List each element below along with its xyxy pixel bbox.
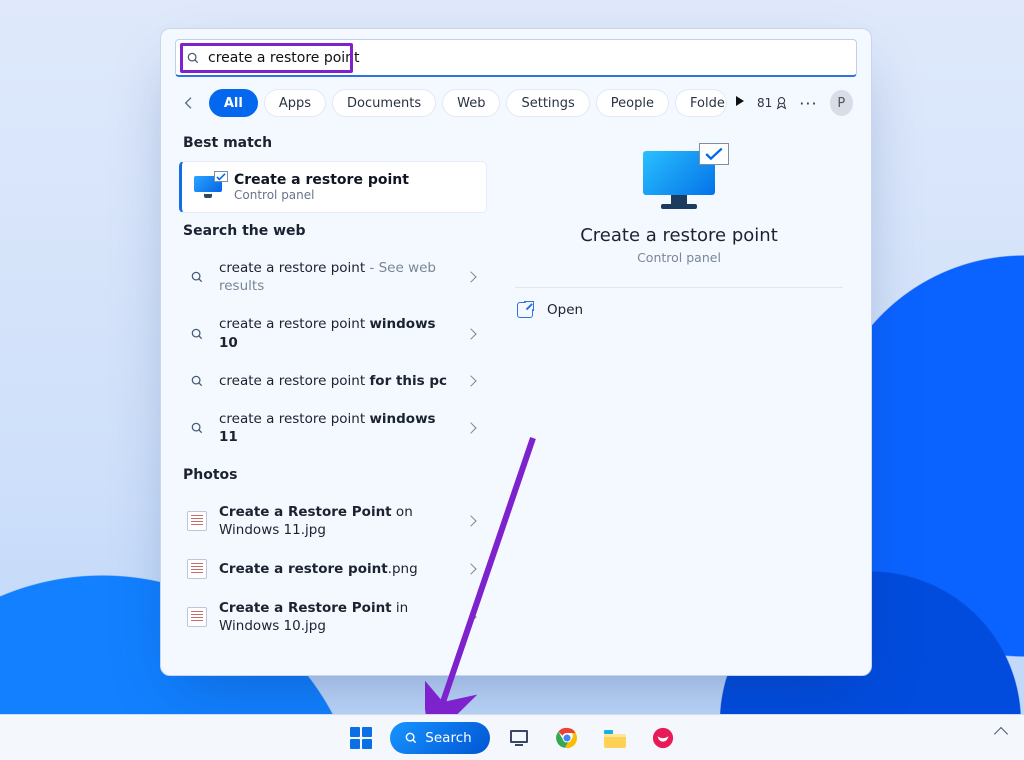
file-explorer-app[interactable] [596,721,634,755]
chevron-right-icon [465,423,476,434]
preview-sub: Control panel [637,250,721,265]
web-result[interactable]: create a restore point for this pc [179,362,487,400]
photo-result[interactable]: Create a Restore Point on Windows 11.jpg [179,493,487,549]
open-label: Open [547,302,583,318]
web-result[interactable]: create a restore point windows 10 [179,305,487,361]
image-thumbnail-icon [187,607,207,627]
windows-logo-icon [350,727,372,749]
web-result[interactable]: create a restore point - See web results [179,249,487,305]
chevron-right-icon [465,375,476,386]
chrome-icon [556,727,578,749]
filter-row: AllAppsDocumentsWebSettingsPeopleFolders… [161,77,871,125]
photo-result-text: Create a Restore Point on Windows 11.jpg [219,503,455,539]
photo-result[interactable]: Create a restore point.png [179,549,487,589]
photo-result-text: Create a Restore Point in Windows 10.jpg [219,599,455,635]
best-match-title: Create a restore point [234,172,409,188]
task-view-icon [509,729,529,747]
open-action[interactable]: Open [515,288,843,332]
web-result-text: create a restore point - See web results [219,259,455,295]
best-match-sub: Control panel [234,188,409,202]
open-icon [517,302,533,318]
arrow-left-icon [181,95,197,111]
filter-people[interactable]: People [596,89,669,117]
best-match-result[interactable]: Create a restore point Control panel [179,161,487,213]
chrome-app[interactable] [548,721,586,755]
section-search-web: Search the web [183,223,487,239]
user-avatar[interactable]: P [830,90,853,116]
filter-documents[interactable]: Documents [332,89,436,117]
preview-title: Create a restore point [580,225,778,246]
chevron-right-icon [465,612,476,623]
more-options[interactable]: ··· [793,94,823,113]
search-icon [187,374,207,388]
web-result-text: create a restore point windows 10 [219,315,455,351]
photo-result[interactable]: Create a Restore Point in Windows 10.jpg [179,589,487,645]
web-result[interactable]: create a restore point windows 11 [179,400,487,456]
taskbar-search-button[interactable]: Search [390,722,489,754]
results-column: Best match Create a restore point Contro… [179,125,487,661]
chevron-right-icon [465,515,476,526]
filter-all[interactable]: All [209,89,258,117]
folder-icon [603,728,627,748]
pinned-app[interactable] [644,721,682,755]
search-icon [404,731,418,745]
back-button[interactable] [179,92,199,114]
filter-apps[interactable]: Apps [264,89,326,117]
section-best-match: Best match [183,135,487,151]
preview-column: Create a restore point Control panel Ope… [497,125,861,661]
filter-web[interactable]: Web [442,89,500,117]
search-icon [187,270,207,284]
task-view-button[interactable] [500,721,538,755]
taskbar-search-label: Search [425,730,471,746]
section-photos: Photos [183,467,487,483]
search-panel: AllAppsDocumentsWebSettingsPeopleFolders… [160,28,872,676]
filter-scroll-right[interactable] [735,95,745,111]
chevron-right-icon [465,272,476,283]
filter-settings[interactable]: Settings [506,89,589,117]
medal-icon [776,96,787,110]
rewards-points[interactable]: 81 [757,96,787,110]
chevron-right-icon [465,563,476,574]
search-bar[interactable] [175,39,857,77]
web-result-text: create a restore point for this pc [219,372,455,390]
tray-expand[interactable] [994,727,1008,741]
search-icon [187,421,207,435]
image-thumbnail-icon [187,559,207,579]
start-button[interactable] [342,721,380,755]
points-value: 81 [757,96,772,110]
filter-folders[interactable]: Folders [675,89,727,117]
web-result-text: create a restore point windows 11 [219,410,455,446]
play-icon [735,95,745,107]
search-input[interactable] [208,50,846,66]
app-icon [652,727,674,749]
search-icon [186,51,200,65]
chevron-right-icon [465,328,476,339]
restore-point-icon [194,176,222,198]
taskbar: Search [0,714,1024,760]
search-icon [187,327,207,341]
photo-result-text: Create a restore point.png [219,560,455,578]
preview-restore-point-icon [643,151,715,209]
image-thumbnail-icon [187,511,207,531]
